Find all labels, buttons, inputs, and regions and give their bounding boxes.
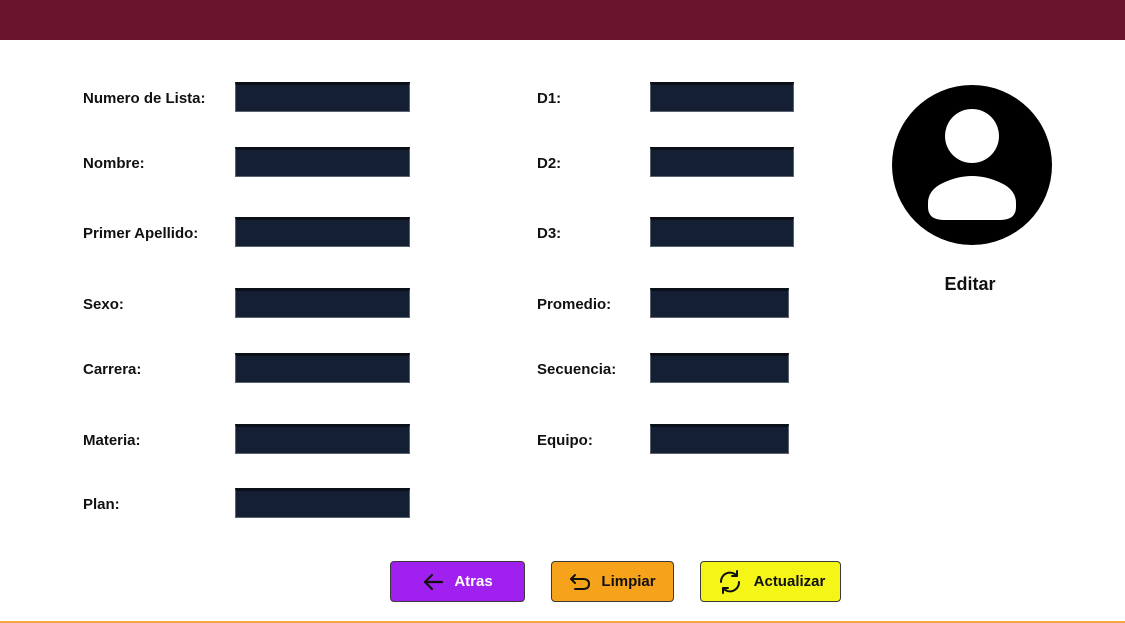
back-button-label: Atras bbox=[454, 573, 493, 590]
undo-icon bbox=[569, 573, 591, 591]
arrow-left-icon bbox=[422, 573, 444, 591]
refresh-icon bbox=[716, 568, 744, 596]
label-numero-lista: Numero de Lista: bbox=[83, 90, 206, 107]
secuencia-field[interactable] bbox=[650, 353, 789, 383]
user-avatar-icon[interactable] bbox=[892, 85, 1052, 245]
d3-field[interactable] bbox=[650, 217, 794, 247]
clear-button[interactable]: Limpiar bbox=[551, 561, 674, 602]
label-carrera: Carrera: bbox=[83, 361, 142, 378]
update-button-label: Actualizar bbox=[753, 573, 826, 590]
label-sexo: Sexo: bbox=[83, 296, 124, 313]
d1-field[interactable] bbox=[650, 82, 794, 112]
d2-field[interactable] bbox=[650, 147, 794, 177]
label-plan: Plan: bbox=[83, 496, 120, 513]
label-d1: D1: bbox=[537, 90, 562, 107]
primer-apellido-field[interactable] bbox=[235, 217, 410, 247]
label-d2: D2: bbox=[537, 155, 562, 172]
nombre-field[interactable] bbox=[235, 147, 410, 177]
carrera-field[interactable] bbox=[235, 353, 410, 383]
label-nombre: Nombre: bbox=[83, 155, 145, 172]
equipo-field[interactable] bbox=[650, 424, 789, 454]
back-button[interactable]: Atras bbox=[390, 561, 525, 602]
label-promedio: Promedio: bbox=[537, 296, 612, 313]
label-d3: D3: bbox=[537, 225, 562, 242]
numero-lista-field[interactable] bbox=[235, 82, 410, 112]
clear-button-label: Limpiar bbox=[601, 573, 656, 590]
edit-avatar-link[interactable]: Editar bbox=[892, 274, 1048, 295]
label-materia: Materia: bbox=[83, 432, 141, 449]
sexo-field[interactable] bbox=[235, 288, 410, 318]
header-bar bbox=[0, 0, 1125, 40]
materia-field[interactable] bbox=[235, 424, 410, 454]
update-button[interactable]: Actualizar bbox=[700, 561, 841, 602]
plan-field[interactable] bbox=[235, 488, 410, 518]
label-primer-apellido: Primer Apellido: bbox=[83, 225, 199, 242]
promedio-field[interactable] bbox=[650, 288, 789, 318]
label-secuencia: Secuencia: bbox=[537, 361, 617, 378]
label-equipo: Equipo: bbox=[537, 432, 593, 449]
